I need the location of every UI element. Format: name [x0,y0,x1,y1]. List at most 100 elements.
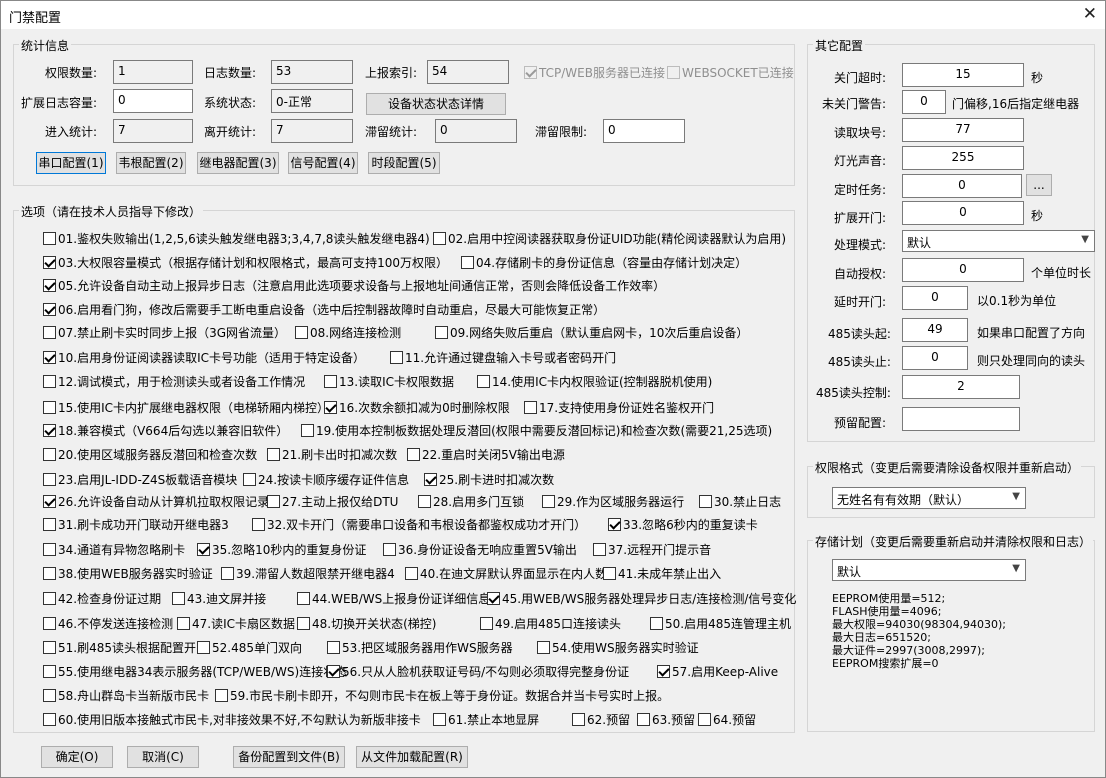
option-checkbox-03[interactable]: 03.大权限容量模式（根据存储计划和权限格式，最高可支持100万权限） [43,254,448,272]
option-checkbox-54[interactable]: 54.使用WS服务器实时验证 [537,639,699,657]
option-checkbox-56[interactable]: 56.只从人脸机获取证号码/不勾则必须取得完整身份证 [327,663,629,681]
perm-format-select[interactable]: 无姓名有有效期（默认） ▼ [832,487,1026,509]
option-checkbox-01[interactable]: 01.鉴权失败输出(1,2,5,6读头触发继电器3;3,4,7,8读头触发继电器… [43,230,430,248]
option-checkbox-10[interactable]: 10.启用身份证阅读器读取IC卡号功能（适用于特定设备） [43,349,365,367]
reader485-end-field[interactable]: 0 [902,346,968,370]
option-checkbox-57[interactable]: 57.启用Keep-Alive [657,663,778,681]
delay-open-field[interactable]: 0 [902,286,968,310]
option-checkbox-44[interactable]: 44.WEB/WS上报身份证详细信息 [297,590,490,608]
option-checkbox-25[interactable]: 25.刷卡进时扣减次数 [424,471,554,489]
timer-task-browse-button[interactable]: ... [1026,174,1052,196]
option-checkbox-12[interactable]: 12.调试模式，用于检测读头或者设备工作情况 [43,373,305,391]
option-checkbox-28[interactable]: 28.启用多门互锁 [418,493,524,511]
option-checkbox-48[interactable]: 48.切换开关状态(梯控) [297,615,436,633]
checkbox-box [295,326,308,339]
read-block-field[interactable]: 77 [902,118,1024,142]
reader485-ctrl-field[interactable]: 2 [902,375,1020,399]
option-checkbox-50[interactable]: 50.启用485连管理主机 [650,615,791,633]
option-checkbox-62[interactable]: 62.预留 [572,711,630,729]
option-checkbox-41[interactable]: 41.未成年禁止出入 [603,565,721,583]
option-checkbox-16[interactable]: 16.次数余额扣减为0时删除权限 [324,399,510,417]
ok-button[interactable]: 确定(O) [41,746,113,768]
option-checkbox-52[interactable]: 52.485单门双向 [197,639,302,657]
option-checkbox-02[interactable]: 02.启用中控阅读器获取身份证UID功能(精伦阅读器默认为启用) [433,230,786,248]
option-checkbox-34[interactable]: 34.通道有异物忽略刷卡 [43,541,185,559]
option-checkbox-13[interactable]: 13.读取IC卡权限数据 [324,373,454,391]
option-checkbox-61[interactable]: 61.禁止本地显屏 [433,711,539,729]
option-checkbox-35[interactable]: 35.忽略10秒内的重复身份证 [197,541,366,559]
option-checkbox-27[interactable]: 27.主动上报仅给DTU [267,493,398,511]
tab-wiegand-config[interactable]: 韦根配置(2) [116,152,186,174]
tab-serial-config[interactable]: 串口配置(1) [36,152,106,174]
option-checkbox-49[interactable]: 49.启用485口连接读头 [480,615,621,633]
process-mode-select[interactable]: 默认 ▼ [902,230,1095,252]
option-checkbox-40[interactable]: 40.在迪文屏默认界面显示在内人数 [405,565,607,583]
backup-config-button[interactable]: 备份配置到文件(B) [233,746,345,768]
timer-task-field[interactable]: 0 [902,174,1022,198]
option-checkbox-04[interactable]: 04.存储刷卡的身份证信息（容量由存储计划决定） [461,254,747,272]
option-checkbox-64[interactable]: 64.预留 [698,711,756,729]
ext-open-field[interactable]: 0 [902,201,1024,225]
not-closed-warn-field[interactable]: 0 [902,90,946,114]
option-checkbox-46[interactable]: 46.不停发送连接检测 [43,615,173,633]
option-checkbox-23[interactable]: 23.启用JL-IDD-Z4S板载语音模块 [43,471,237,489]
option-checkbox-18[interactable]: 18.兼容模式（V664后勾选以兼容旧软件） [43,422,288,440]
option-checkbox-20[interactable]: 20.使用区域服务器反潜回和检查次数 [43,446,257,464]
option-checkbox-05[interactable]: 05.允许设备自动主动上报异步日志（注意启用此选项要求设备与上报地址间通信正常，… [43,277,665,295]
option-checkbox-59[interactable]: 59.市民卡刷卡即开，不勾则市民卡在板上等于身份证。数据合并当卡号实时上报。 [215,687,669,705]
option-checkbox-37[interactable]: 37.远程开门提示音 [593,541,711,559]
checkbox-box [177,617,190,630]
option-checkbox-08[interactable]: 08.网络连接检测 [295,324,401,342]
close-icon[interactable]: ✕ [1083,4,1097,24]
option-checkbox-55[interactable]: 55.使用继电器34表示服务器(TCP/WEB/WS)连接状态 [43,663,347,681]
option-checkbox-15[interactable]: 15.使用IC卡内扩展继电器权限（电梯轿厢内梯控） [43,399,329,417]
option-checkbox-30[interactable]: 30.禁止日志 [699,493,781,511]
option-checkbox-51[interactable]: 51.刷485读头根据配置开门 [43,639,208,657]
option-checkbox-21[interactable]: 21.刷卡出时扣减次数 [267,446,397,464]
option-checkbox-32[interactable]: 32.双卡开门（需要串口设备和韦根设备都鉴权成功才开门） [252,516,586,534]
option-checkbox-38[interactable]: 38.使用WEB服务器实时验证 [43,565,213,583]
option-checkbox-26[interactable]: 26.允许设备自动从计算机拉取权限记录 [43,493,269,511]
load-config-button[interactable]: 从文件加载配置(R) [356,746,468,768]
option-checkbox-09[interactable]: 09.网络失败后重启（默认重启网卡，10次后重启设备） [435,324,748,342]
storage-plan-select[interactable]: 默认 ▼ [832,559,1026,581]
option-checkbox-14[interactable]: 14.使用IC卡内权限验证(控制器脱机使用) [477,373,712,391]
option-checkbox-60[interactable]: 60.使用旧版本接触式市民卡,对非接效果不好,不勾默认为新版非接卡 [43,711,421,729]
option-label: 41.未成年禁止出入 [618,567,722,581]
light-sound-field[interactable]: 255 [902,146,1024,170]
option-checkbox-17[interactable]: 17.支持使用身份证姓名鉴权开门 [524,399,714,417]
tab-signal-config[interactable]: 信号配置(4) [288,152,358,174]
ext-log-capacity-field[interactable]: 0 [113,89,193,113]
option-checkbox-47[interactable]: 47.读IC卡扇区数据 [177,615,295,633]
option-label: 33.忽略6秒内的重复读卡 [623,518,758,532]
auto-auth-field[interactable]: 0 [902,258,1024,282]
option-checkbox-19[interactable]: 19.使用本控制板数据处理反潜回(权限中需要反潜回标记)和检查次数(需要21,2… [301,422,772,440]
option-checkbox-42[interactable]: 42.检查身份证过期 [43,590,161,608]
tab-relay-config[interactable]: 继电器配置(3) [197,152,279,174]
status-detail-button[interactable]: 设备状态状态详情 [366,93,506,115]
option-checkbox-06[interactable]: 06.启用看门狗，修改后需要手工断电重启设备（选中后控制器故障时自动重启，尽最大… [43,301,605,319]
option-label: 12.调试模式，用于检测读头或者设备工作情况 [58,375,306,389]
option-checkbox-31[interactable]: 31.刷卡成功开门联动开继电器3 [43,516,229,534]
option-checkbox-43[interactable]: 43.迪文屏并接 [172,590,266,608]
option-checkbox-33[interactable]: 33.忽略6秒内的重复读卡 [608,516,758,534]
option-checkbox-07[interactable]: 07.禁止刷卡实时同步上报（3G网省流量） [43,324,286,342]
option-checkbox-24[interactable]: 24.按读卡顺序缓存证件信息 [243,471,409,489]
option-checkbox-29[interactable]: 29.作为区域服务器运行 [542,493,684,511]
option-checkbox-39[interactable]: 39.滞留人数超限禁开继电器4 [221,565,395,583]
reserved-config-field[interactable] [902,407,1020,431]
option-checkbox-36[interactable]: 36.身份证设备无响应重置5V输出 [383,541,577,559]
close-timeout-field[interactable]: 15 [902,63,1024,87]
option-checkbox-45[interactable]: 45.用WEB/WS服务器处理异步日志/连接检测/信号变化 [487,590,796,608]
option-label: 51.刷485读头根据配置开门 [58,641,208,655]
option-checkbox-22[interactable]: 22.重启时关闭5V输出电源 [407,446,565,464]
reader485-start-field[interactable]: 49 [902,318,968,342]
option-label: 40.在迪文屏默认界面显示在内人数 [420,567,608,581]
option-checkbox-58[interactable]: 58.舟山群岛卡当新版市民卡 [43,687,209,705]
option-checkbox-11[interactable]: 11.允许通过键盘输入卡号或者密码开门 [390,349,616,367]
stay-limit-field[interactable]: 0 [603,119,685,143]
option-checkbox-53[interactable]: 53.把区域服务器用作WS服务器 [327,639,513,657]
option-checkbox-63[interactable]: 63.预留 [637,711,695,729]
tab-timeslot-config[interactable]: 时段配置(5) [368,152,440,174]
cancel-button[interactable]: 取消(C) [127,746,199,768]
